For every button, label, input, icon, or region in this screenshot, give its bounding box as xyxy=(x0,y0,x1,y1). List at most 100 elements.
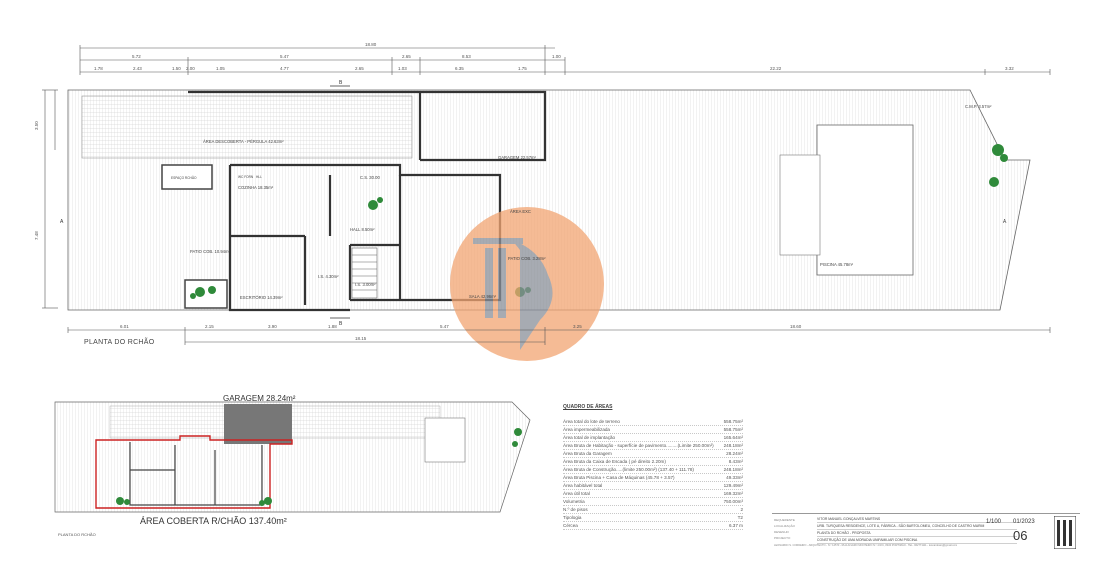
label-wc: WC FORN xyxy=(238,175,254,179)
quadro-row-label: Volumetria xyxy=(563,499,585,504)
left-dimension-values: 3.50 7.48 xyxy=(34,121,39,240)
quadro-rows: Área total do lote de terreno 558.75m² Áre… xyxy=(563,418,743,530)
svg-text:1.78: 1.78 xyxy=(94,66,103,71)
top-dimension-lines xyxy=(79,45,1051,75)
quadro-row: Cércea 6.37 m xyxy=(563,522,743,530)
label-area-exc: ÁREA EXC xyxy=(510,209,531,214)
quadro-row-label: Área habitável total xyxy=(563,483,603,488)
quadro-row-label: Área Bruta de Construção.....(limite 250… xyxy=(563,467,694,472)
svg-text:B: B xyxy=(339,80,343,86)
label-cs: C.S. 30.00 xyxy=(360,175,380,180)
svg-text:5.47: 5.47 xyxy=(440,324,449,329)
quadro-row-value: 169.32m² xyxy=(723,491,743,496)
quadro-row-label: Área total de implantação xyxy=(563,435,616,440)
scale: 1/100 xyxy=(986,519,1002,525)
quadro-row-value: 750.00m³ xyxy=(723,499,743,504)
quadro-title: QUADRO DE ÁREAS xyxy=(563,404,613,410)
quadro-row-label: Área impermeabilizada xyxy=(563,427,610,432)
svg-text:4.77: 4.77 xyxy=(280,66,289,71)
quadro-row-value: 6.37 m xyxy=(728,523,743,528)
watermark-logo xyxy=(450,207,604,361)
label-is2: I.S. 3.00m² xyxy=(355,282,376,287)
quadro-row-value: 165.64m² xyxy=(723,435,743,440)
label-area-descoberta: ÁREA DESCOBERTA - PÉRGULA 42.63m² xyxy=(203,139,284,144)
svg-text:2.00: 2.00 xyxy=(186,66,195,71)
quadro-row-label: Área total do lote de terreno xyxy=(563,419,620,424)
main-floor-plan: 18.80 5.72 5.47 2.65 8.53 1.00 1.78 2.43… xyxy=(34,42,1051,361)
quadro-row-value: 129.49m² xyxy=(723,483,743,488)
quadro-row-label: Área Bruta Piscina + Casa de Máquinas (4… xyxy=(563,475,675,480)
stairs xyxy=(351,247,378,299)
label-piscina: PISCINA 45.78m² xyxy=(820,262,854,267)
svg-text:5.72: 5.72 xyxy=(132,54,141,59)
main-plan-title: PLANTA DO RCHÃO xyxy=(84,339,155,346)
quadro-de-areas: QUADRO DE ÁREAS Área total do lote de te… xyxy=(563,404,743,530)
quadro-row: Área Bruta de Habitação - superfície de … xyxy=(563,442,743,450)
label-patio-cob1: PATIO COB. 10.94m² xyxy=(190,249,230,254)
svg-text:5.47: 5.47 xyxy=(280,54,289,59)
svg-text:2.65: 2.65 xyxy=(355,66,364,71)
quadro-row: Área útil total 169.32m² xyxy=(563,490,743,498)
garagem-caption: GARAGEM 28.24m² xyxy=(223,394,296,403)
svg-text:1.75: 1.75 xyxy=(518,66,527,71)
svg-text:7.48: 7.48 xyxy=(34,231,39,240)
svg-text:A: A xyxy=(60,219,64,225)
quadro-row: Área total de implantação 165.64m² xyxy=(563,434,743,442)
svg-text:1.88: 1.88 xyxy=(328,324,337,329)
quadro-row-value: 28.24m² xyxy=(726,451,743,456)
label-hall2: HLL xyxy=(256,175,262,179)
quadro-row: Área Bruta da Garagem 28.24m² xyxy=(563,450,743,458)
svg-text:18.60: 18.60 xyxy=(790,324,802,329)
svg-text:3.25: 3.25 xyxy=(573,324,582,329)
svg-text:6.35: 6.35 xyxy=(455,66,464,71)
svg-text:3.32: 3.32 xyxy=(1005,66,1014,71)
quadro-row-value: 8.43m² xyxy=(728,459,743,464)
dim-overall-top: 18.80 xyxy=(365,42,377,47)
svg-text:3.90: 3.90 xyxy=(268,324,277,329)
svg-text:22.22: 22.22 xyxy=(770,66,782,71)
architect-footer: LEONARDO S. CORDEIRO - ARQUITECTO - N.º … xyxy=(774,544,958,547)
projecto: CONSTRUÇÃO DE UMA MORADIA UNIFAMILIAR CO… xyxy=(817,537,1017,544)
svg-text:2.65: 2.65 xyxy=(402,54,411,59)
svg-text:6.01: 6.01 xyxy=(120,324,129,329)
svg-text:1.05: 1.05 xyxy=(216,66,225,71)
quadro-row: Área Bruta de Construção.....(limite 250… xyxy=(563,466,743,474)
quadro-row-label: Área útil total xyxy=(563,491,590,496)
bottom-dimension-values: 6.01 2.15 3.90 1.88 5.47 3.25 18.60 18.1… xyxy=(120,324,802,341)
top-dimension-values: 18.80 5.72 5.47 2.65 8.53 1.00 1.78 2.43… xyxy=(94,42,1014,71)
quadro-row-value: 248.18m² xyxy=(723,443,743,448)
quadro-row: Tipologia T2 xyxy=(563,514,743,522)
pergola-area xyxy=(81,95,413,159)
quadro-row-value: T2 xyxy=(737,515,743,520)
quadro-row-label: N.º de pisos xyxy=(563,507,588,512)
svg-text:1.03: 1.03 xyxy=(398,66,407,71)
quadro-row-value: 558.75m² xyxy=(723,419,743,424)
title-block: REQUERENTE LOCALIZAÇÃO DESENHO PROJECTO … xyxy=(772,513,1080,552)
quadro-row-label: Tipologia xyxy=(563,515,582,520)
quadro-row-label: Área Bruta de Habitação - superfície de … xyxy=(563,443,714,448)
quadro-row-value: 558.75m² xyxy=(723,427,743,432)
area-coberta-caption: ÁREA COBERTA R/CHÃO 137.40m² xyxy=(140,516,287,526)
svg-text:1.50: 1.50 xyxy=(172,66,181,71)
quadro-row: N.º de pisos 2 xyxy=(563,506,743,514)
quadro-row-label: Cércea xyxy=(563,523,578,528)
title-block-labels: REQUERENTE LOCALIZAÇÃO DESENHO PROJECTO xyxy=(774,518,796,540)
quadro-row-value: 49.33m² xyxy=(726,475,743,480)
left-dimension-lines xyxy=(42,89,58,309)
label-garagem: GARAGEM 22.57m² xyxy=(498,155,537,160)
quadro-row: Área impermeabilizada 558.75m² xyxy=(563,426,743,434)
pool xyxy=(816,124,914,276)
label-is: I.S. 4.30m² xyxy=(318,274,339,279)
svg-text:2.15: 2.15 xyxy=(205,324,214,329)
label-patio-cob2: PATIO COB. 3.28m² xyxy=(508,256,546,261)
sheet-number: 06 xyxy=(1013,528,1028,543)
svg-text:3.50: 3.50 xyxy=(34,121,39,130)
svg-text:2.43: 2.43 xyxy=(133,66,142,71)
desenho: PLANTA DO RCHÃO - PROPOSTA xyxy=(817,530,1017,537)
quadro-row: Área Bruta da Caixa de Escada ( pé direi… xyxy=(563,458,743,466)
quadro-row-value: 2 xyxy=(740,507,743,512)
svg-text:1.00: 1.00 xyxy=(552,54,561,59)
quadro-row: Volumetria 750.00m³ xyxy=(563,498,743,506)
label-escritorio: ESCRITÓRIO 14.39m² xyxy=(240,295,283,300)
quadro-row-label: Área Bruta da Caixa de Escada ( pé direi… xyxy=(563,459,666,464)
